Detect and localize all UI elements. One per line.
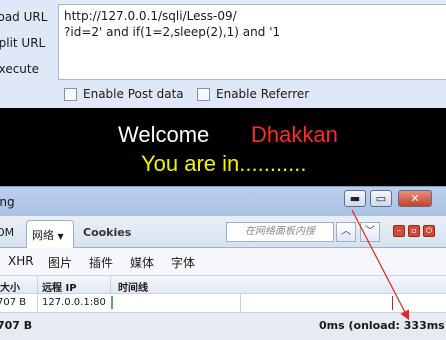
load-url-button[interactable]: Load URL [0,6,58,28]
row-size: 707 B [0,297,27,308]
close-button[interactable]: ✕ [398,190,432,207]
post-data-label: Enable Post data [83,87,184,101]
execute-button[interactable]: Execute [0,58,58,80]
row-remote-ip: 127.0.0.1:80 [42,297,106,308]
summary-size: 707 B [0,319,33,332]
firebug-title: ing [0,195,15,209]
chevron-up-icon: ︿ [341,226,351,237]
username-text: Dhakkan [251,122,338,147]
timeline-bar [111,296,113,309]
minimize-button[interactable]: ▬ [344,190,366,207]
minimize-icon: – [397,226,401,235]
net-column-header: 大小 远程 IP 时间线 [0,276,446,294]
column-divider [37,294,38,312]
url-textarea[interactable]: http://127.0.0.1/sqli/Less-09/ ?id=2' an… [58,4,446,80]
hackbar-panel: Load URL Split URL Execute http://127.0.… [0,0,446,108]
welcome-text: Welcome [118,122,210,147]
column-divider[interactable] [37,276,38,294]
status-message: You are in........... [141,151,307,176]
firebug-tab-bar: OM 网络 ▼ Cookies ⌕ 在网络面板内搜 ︿ ﹀ – ▫ ⏻ [0,216,446,248]
referrer-checkbox[interactable] [197,87,210,101]
tab-net[interactable]: 网络 ▼ [26,220,74,248]
restore-icon: ▭ [375,192,387,205]
column-timeline[interactable]: 时间线 [118,279,148,294]
search-input[interactable]: 在网络面板内搜 [226,222,334,242]
enable-post-data-option[interactable]: Enable Post data [64,86,184,102]
split-url-button[interactable]: Split URL [0,32,58,54]
onload-marker [392,296,393,310]
filter-images[interactable]: 图片 [48,254,72,271]
page-content: Welcome Dhakkan You are in........... [0,108,446,186]
filter-fonts[interactable]: 字体 [171,254,195,271]
table-row[interactable]: 707 B 127.0.0.1:80 [0,294,446,312]
chevron-down-icon[interactable]: ▼ [58,232,64,241]
panel-detach-button[interactable]: ▫ [408,225,420,237]
search-next-button[interactable]: ﹀ [360,222,380,242]
referrer-label: Enable Referrer [216,87,310,101]
firebug-titlebar[interactable]: ing ▬ ▭ ✕ [0,186,446,216]
enable-referrer-option[interactable]: Enable Referrer [197,86,309,102]
search-prev-button[interactable]: ︿ [336,222,356,242]
chevron-down-icon: ﹀ [365,226,375,237]
column-remote-ip[interactable]: 远程 IP [42,279,77,294]
minimize-icon: ▬ [349,192,361,205]
column-size[interactable]: 大小 [0,279,20,294]
post-data-checkbox[interactable] [64,87,77,101]
summary-timing: 0ms (onload: 333ms) [319,319,446,332]
column-divider [240,294,241,312]
power-icon: ⏻ [425,226,433,235]
net-summary-row: 707 B 0ms (onload: 333ms) [0,312,446,340]
panel-minimize-button[interactable]: – [393,225,405,237]
restore-icon: ▫ [411,226,417,235]
column-divider[interactable] [110,276,111,294]
panel-close-button[interactable]: ⏻ [423,225,435,237]
filter-media[interactable]: 媒体 [130,254,154,271]
restore-button[interactable]: ▭ [370,190,392,207]
close-icon: ✕ [410,192,420,205]
filter-plugins[interactable]: 插件 [89,254,113,271]
tab-cookies[interactable]: Cookies [83,226,131,239]
tab-net-label: 网络 [32,229,54,242]
tab-dom[interactable]: OM [0,226,14,239]
net-filter-bar: XHR 图片 插件 媒体 字体 [0,248,446,276]
filter-xhr[interactable]: XHR [8,254,34,268]
